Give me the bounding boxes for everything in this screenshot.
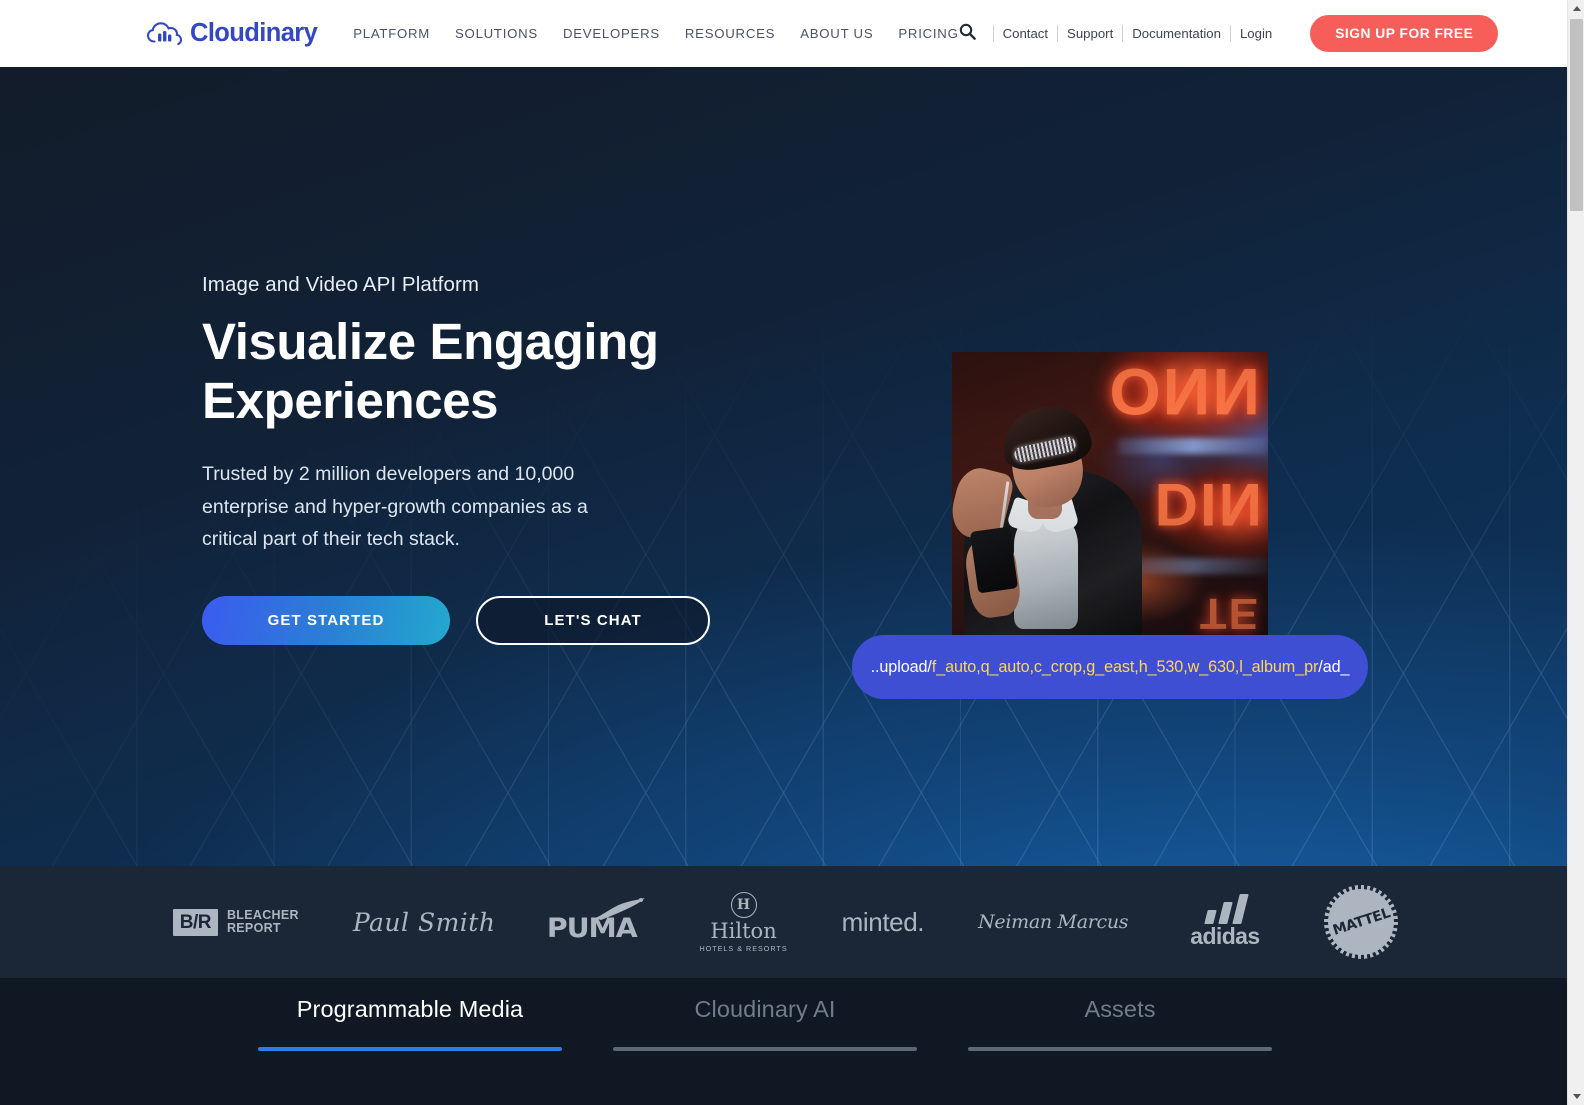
bleacher-report-wordmark: BLEACHER REPORT — [227, 909, 299, 935]
tab-underline — [258, 1047, 562, 1051]
nav-item-platform[interactable]: PLATFORM — [353, 26, 430, 41]
site-header: Cloudinary PLATFORM SOLUTIONS DEVELOPERS… — [0, 0, 1567, 67]
mattel-badge-icon: MATTEL — [1324, 885, 1399, 959]
tab-assets[interactable]: Assets — [968, 996, 1272, 1051]
hero-section: Image and Video API Platform Visualize E… — [0, 67, 1567, 866]
search-icon[interactable] — [959, 23, 976, 45]
transformation-url-bar[interactable]: ..upload/f_auto,q_auto,c_crop,g_east,h_5… — [852, 635, 1368, 699]
nav-item-pricing[interactable]: PRICING — [898, 26, 958, 41]
page-root: Cloudinary PLATFORM SOLUTIONS DEVELOPERS… — [0, 0, 1584, 1105]
hilton-tagline: HOTELS & RESORTS — [699, 943, 788, 953]
main-nav: PLATFORM SOLUTIONS DEVELOPERS RESOURCES … — [353, 26, 958, 41]
tab-cloudinary-ai[interactable]: Cloudinary AI — [613, 996, 917, 1051]
link-documentation[interactable]: Documentation — [1123, 26, 1230, 41]
br-line-2: REPORT — [226, 921, 281, 935]
hero-cta-group: GET STARTED LET'S CHAT — [202, 595, 722, 645]
url-prefix: ..upload/ — [870, 657, 932, 676]
nav-item-solutions[interactable]: SOLUTIONS — [455, 26, 538, 41]
feature-tabs-section: Programmable Media Cloudinary AI Assets — [0, 978, 1567, 1105]
hero-title-line-2: Experiences — [202, 372, 499, 429]
link-contact[interactable]: Contact — [994, 26, 1057, 41]
cloudinary-wordmark: Cloudinary — [190, 18, 318, 47]
logo-mattel: MATTEL — [1324, 885, 1399, 959]
browser-scrollbar[interactable] — [1567, 0, 1584, 1105]
adidas-wordmark: adidas — [1190, 923, 1260, 949]
lets-chat-button[interactable]: LET'S CHAT — [476, 595, 710, 645]
sign-up-for-free-button[interactable]: SIGN UP FOR FREE — [1310, 15, 1499, 52]
url-params: f_auto,q_auto,c_crop,g_east,h_530,w_630,… — [931, 657, 1319, 676]
cloudinary-cloud-icon — [146, 21, 183, 47]
logo-bleacher-report: B/R BLEACHER REPORT — [172, 892, 299, 952]
adidas-three-stripes-icon — [1202, 894, 1258, 924]
hilton-wordmark: Hilton — [710, 918, 777, 943]
mattel-wordmark: MATTEL — [1330, 905, 1392, 939]
br-line-1: BLEACHER — [226, 908, 299, 922]
nav-item-developers[interactable]: DEVELOPERS — [563, 26, 660, 41]
tab-label: Assets — [1084, 996, 1156, 1022]
scroll-up-arrow-icon[interactable] — [1568, 0, 1584, 17]
browser-viewport: Cloudinary PLATFORM SOLUTIONS DEVELOPERS… — [0, 0, 1567, 1105]
hilton-crest-icon: H — [730, 891, 757, 918]
bleacher-report-mark: B/R — [172, 908, 218, 936]
neiman-marcus-wordmark: Neiman Marcus — [978, 911, 1129, 933]
nav-item-about-us[interactable]: ABOUT US — [800, 26, 873, 41]
tab-label: Cloudinary AI — [694, 996, 836, 1022]
hero-copy: Image and Video API Platform Visualize E… — [202, 273, 722, 645]
header-utilities: Contact Support Documentation Login SIGN… — [959, 15, 1499, 52]
hero-subtitle: Trusted by 2 million developers and 10,0… — [202, 463, 588, 550]
link-login[interactable]: Login — [1231, 26, 1281, 41]
tab-underline — [968, 1047, 1272, 1051]
minted-wordmark: minted. — [841, 906, 925, 937]
logo-minted: minted. — [841, 892, 925, 952]
feature-tabs: Programmable Media Cloudinary AI Assets — [258, 996, 1272, 1051]
utility-links: Contact Support Documentation Login — [992, 25, 1282, 42]
url-suffix: /ad_ — [1318, 657, 1350, 676]
scroll-down-arrow-icon[interactable] — [1568, 1088, 1584, 1105]
customer-logos-band: B/R BLEACHER REPORT Paul Smith PUMA H Hi… — [0, 866, 1567, 978]
tab-underline — [613, 1047, 917, 1051]
logos-row: B/R BLEACHER REPORT Paul Smith PUMA H Hi… — [172, 885, 1399, 959]
cloudinary-logo[interactable]: Cloudinary — [146, 18, 318, 47]
logo-neiman-marcus: Neiman Marcus — [978, 892, 1128, 952]
logo-hilton: H Hilton HOTELS & RESORTS — [699, 891, 788, 953]
logo-adidas: adidas — [1182, 892, 1274, 952]
logo-paul-smith: Paul Smith — [353, 892, 496, 952]
scrollbar-thumb[interactable] — [1570, 19, 1583, 211]
hero-eyebrow: Image and Video API Platform — [202, 273, 480, 296]
tab-programmable-media[interactable]: Programmable Media — [258, 996, 562, 1051]
hero-media: ONN DIN TE — [852, 352, 1368, 699]
transformation-url-text: ..upload/f_auto,q_auto,c_crop,g_east,h_5… — [871, 658, 1350, 677]
photo-vignette — [952, 352, 1268, 635]
hero-title-line-1: Visualize Engaging — [202, 313, 659, 370]
hero-title: Visualize Engaging Experiences — [202, 312, 722, 430]
nav-item-resources[interactable]: RESOURCES — [685, 26, 775, 41]
puma-wordmark: PUMA — [547, 913, 638, 944]
get-started-button[interactable]: GET STARTED — [202, 595, 450, 645]
tab-label: Programmable Media — [296, 996, 524, 1022]
paul-smith-wordmark: Paul Smith — [352, 907, 496, 937]
hero-photo: ONN DIN TE — [952, 352, 1268, 635]
link-support[interactable]: Support — [1058, 26, 1122, 41]
logo-puma: PUMA — [547, 892, 646, 952]
